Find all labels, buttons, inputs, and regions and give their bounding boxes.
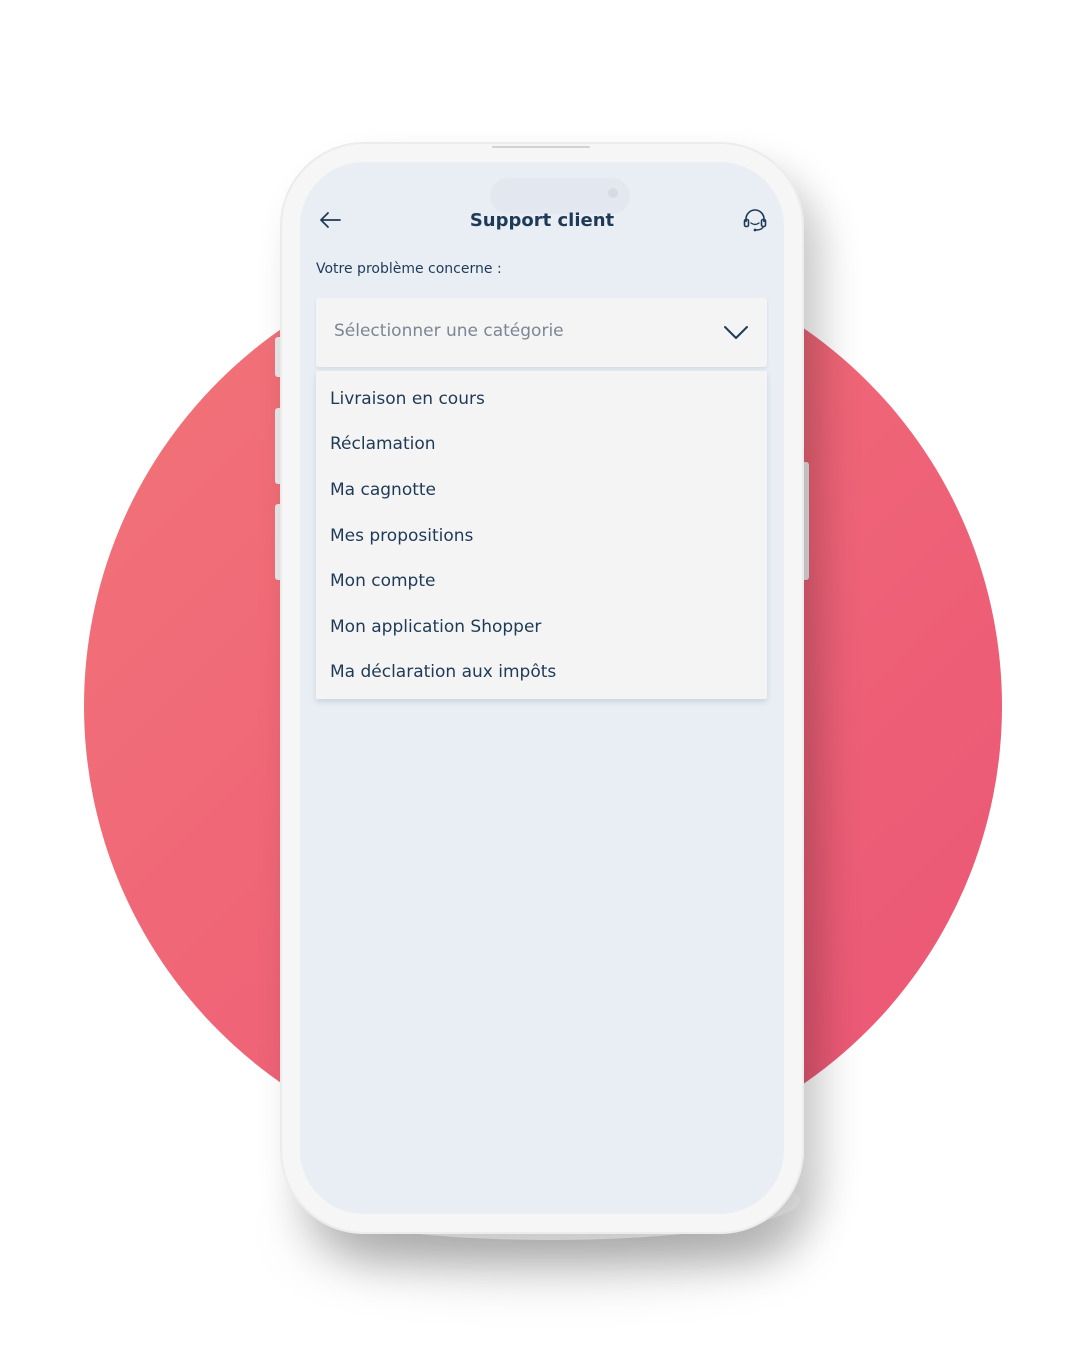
phone-frame: Support client Votre problème concerne :… <box>280 142 804 1234</box>
category-dropdown-menu: Livraison en cours Réclamation Ma cagnot… <box>316 371 767 699</box>
dropdown-option[interactable]: Réclamation <box>330 429 436 459</box>
category-select[interactable]: Sélectionner une catégorie <box>316 298 767 367</box>
phone-speaker <box>492 146 590 148</box>
headset-icon <box>742 207 768 237</box>
dropdown-option[interactable]: Ma déclaration aux impôts <box>330 657 556 687</box>
prompt-label: Votre problème concerne : <box>316 261 502 277</box>
camera-icon <box>608 188 618 198</box>
dropdown-option[interactable]: Mes propositions <box>330 521 473 551</box>
app-header: Support client <box>300 200 784 244</box>
dropdown-option[interactable]: Mon application Shopper <box>330 612 541 642</box>
chevron-down-icon <box>723 321 749 343</box>
dropdown-option[interactable]: Livraison en cours <box>330 384 485 414</box>
select-placeholder: Sélectionner une catégorie <box>334 321 564 341</box>
page-title: Support client <box>469 210 615 231</box>
support-button[interactable] <box>740 207 770 237</box>
app-screen: Support client Votre problème concerne :… <box>300 162 784 1214</box>
dropdown-option[interactable]: Ma cagnotte <box>330 475 436 505</box>
dropdown-option[interactable]: Mon compte <box>330 566 435 596</box>
